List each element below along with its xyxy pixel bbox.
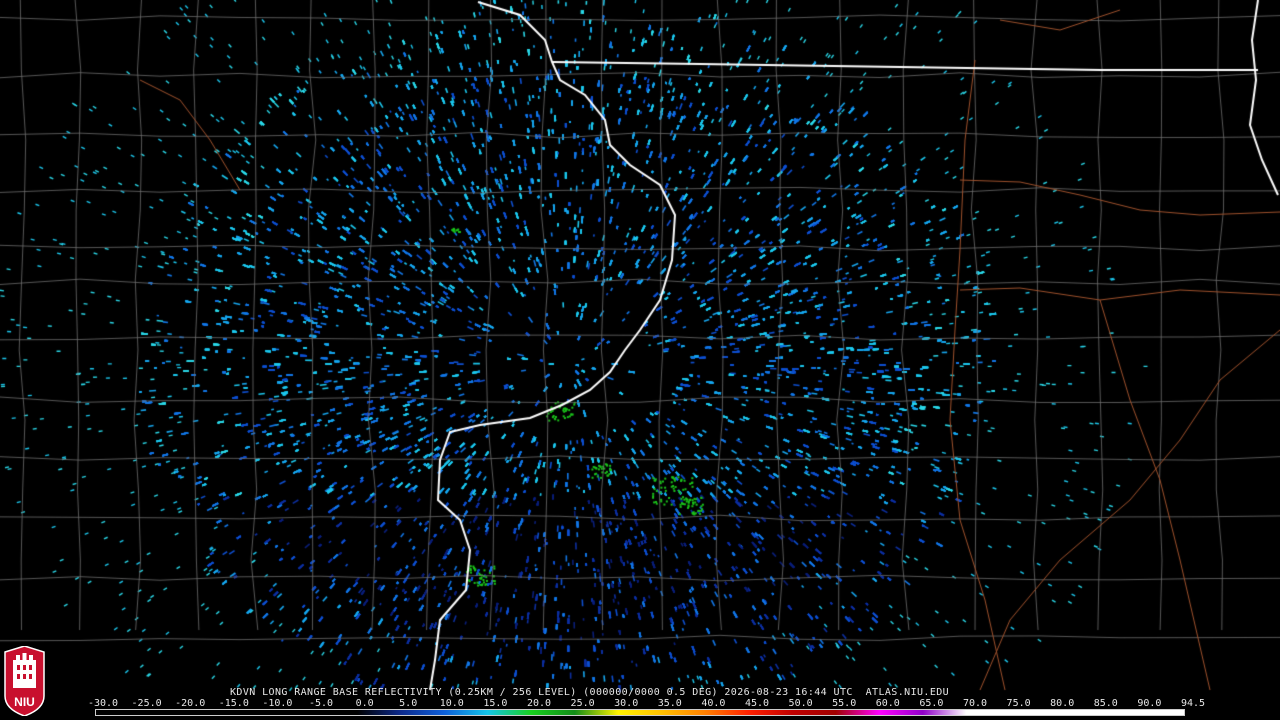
color-scale-bar <box>95 709 1185 716</box>
scale-tick-label: 25.0 <box>570 698 595 709</box>
scale-tick-label: 10.0 <box>439 698 464 709</box>
scale-tick-label: 40.0 <box>701 698 726 709</box>
radar-map <box>0 0 1280 720</box>
scale-tick-label: 0.0 <box>355 698 374 709</box>
scale-tick-label: -15.0 <box>218 698 249 709</box>
scale-tick-label: 65.0 <box>919 698 944 709</box>
scale-tick-label: 30.0 <box>614 698 639 709</box>
scale-tick-label: 60.0 <box>875 698 900 709</box>
scale-tick-label: 55.0 <box>832 698 857 709</box>
scale-tick-label: 85.0 <box>1093 698 1118 709</box>
scale-tick-label: 80.0 <box>1050 698 1075 709</box>
scale-tick-label: 94.5 <box>1180 698 1206 709</box>
scale-tick-label: 70.0 <box>962 698 988 709</box>
scale-tick-label: 90.0 <box>1137 698 1162 709</box>
scale-tick-label: -25.0 <box>131 698 162 709</box>
niu-logo: NIU <box>4 646 45 716</box>
scale-tick-label: -5.0 <box>308 698 334 709</box>
scale-tick-label: -10.0 <box>262 698 293 709</box>
scale-tick-label: 35.0 <box>657 698 682 709</box>
scale-tick-label: 15.0 <box>483 698 508 709</box>
scale-tick-label: -20.0 <box>175 698 206 709</box>
scale-tick-label: -30.0 <box>87 698 119 709</box>
scale-tick-label: 50.0 <box>788 698 813 709</box>
scale-tick-label: 20.0 <box>526 698 552 709</box>
scale-tick-label: 5.0 <box>399 698 418 709</box>
scale-tick-label: 45.0 <box>744 698 770 709</box>
scale-tick-label: 75.0 <box>1006 698 1031 709</box>
logo-text: NIU <box>14 695 35 709</box>
